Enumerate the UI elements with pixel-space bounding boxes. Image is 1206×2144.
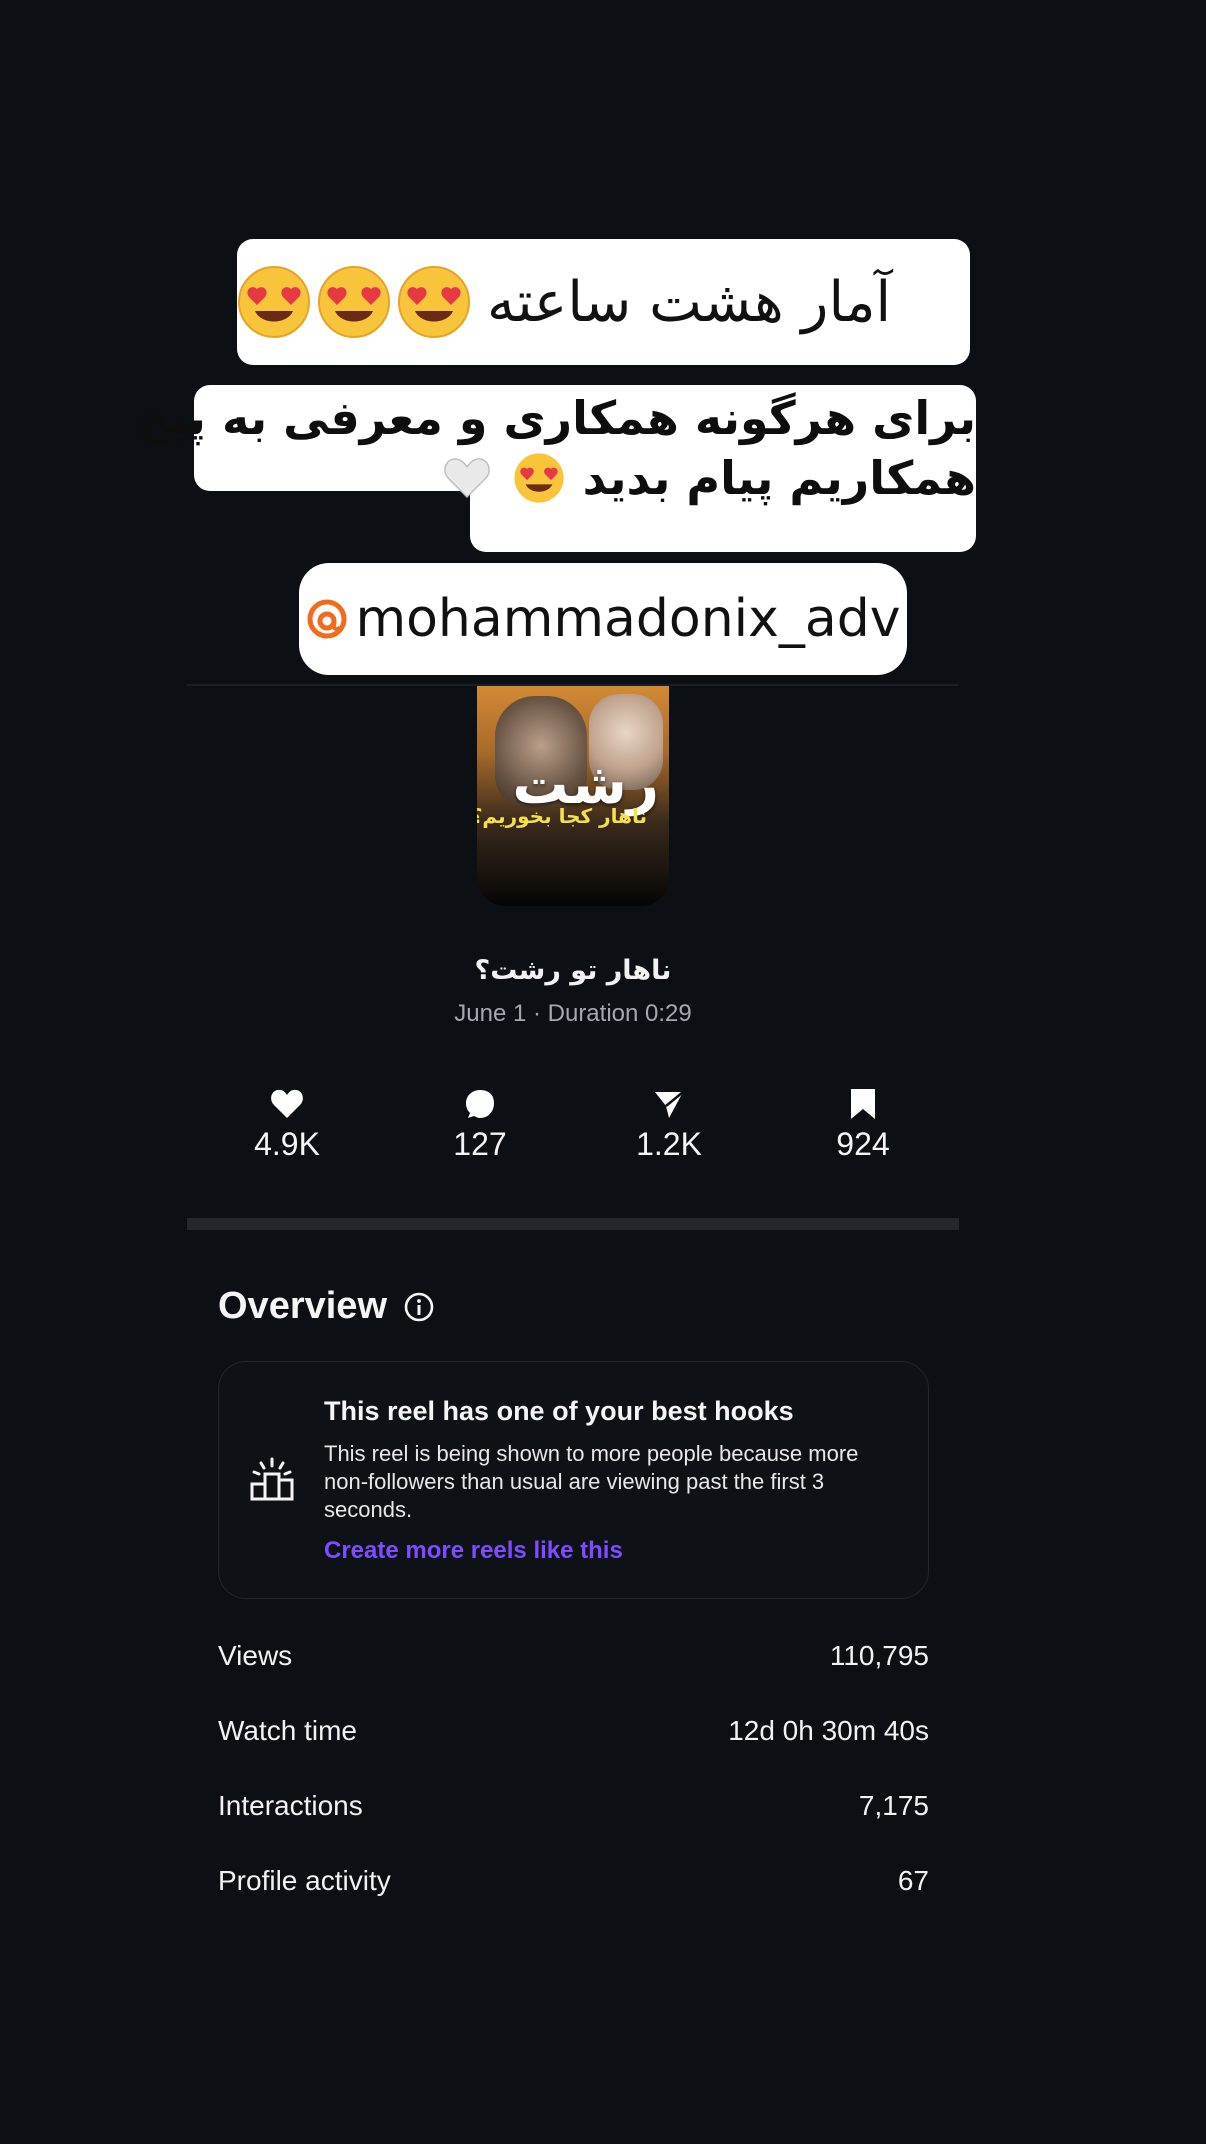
metric-value: 7,175 — [858, 1790, 929, 1821]
bookmark-icon — [851, 1089, 875, 1119]
reel-title: ناهار تو رشت؟ — [474, 955, 672, 986]
metric-value: 110,795 — [829, 1640, 929, 1671]
title-sticker-text: آمار هشت ساعته — [487, 269, 892, 335]
reel-meta: June 1 · Duration 0:29 — [454, 1000, 692, 1027]
heart-eyes-emoji-group — [237, 265, 471, 339]
likes-stat: 4.9K — [217, 1088, 357, 1163]
overview-title: Overview — [218, 1285, 387, 1327]
heart-icon — [271, 1089, 303, 1118]
metric-row-watch-time: Watch time 12d 0h 30m 40s — [218, 1715, 929, 1755]
metric-label: Views — [218, 1640, 293, 1671]
create-more-reels-link[interactable]: Create more reels like this — [324, 1537, 623, 1565]
metric-row-views: Views 110,795 — [218, 1640, 929, 1680]
best-hook-card: This reel has one of your best hooks Thi… — [218, 1361, 929, 1599]
bio-line-2-text: همکاریم پیام بدید — [582, 451, 976, 505]
bio-line-1: برای هرگونه همکاری و معرفی به پیج — [136, 391, 976, 445]
handle-text: mohammadonix_adv — [355, 589, 901, 649]
share-icon — [655, 1091, 684, 1118]
saves-stat: 924 — [793, 1088, 933, 1163]
bio-sticker-text: برای هرگونه همکاری و معرفی به پیج همکاری… — [136, 388, 976, 508]
handle-sticker: mohammadonix_adv — [299, 563, 907, 675]
hook-card-title: This reel has one of your best hooks — [324, 1396, 794, 1426]
reel-insights-screen: آمار هشت ساعته برای هرگونه همکاری و معرف… — [0, 0, 1206, 2144]
comments-stat: 127 — [410, 1088, 550, 1163]
saves-count: 924 — [836, 1126, 890, 1162]
section-divider — [187, 1218, 959, 1230]
threads-icon — [307, 599, 347, 639]
shares-count: 1.2K — [636, 1126, 702, 1162]
thumbnail-caption-small: ناهار کجا بخوریم؟ — [477, 804, 647, 828]
title-sticker: آمار هشت ساعته — [237, 239, 970, 365]
likes-count: 4.9K — [254, 1126, 320, 1162]
hook-card-body: This reel is being shown to more people … — [324, 1441, 859, 1522]
heart-eyes-emoji-icon — [238, 266, 310, 338]
heart-eyes-emoji-icon — [398, 266, 470, 338]
metric-label: Interactions — [218, 1790, 363, 1821]
metric-value: 67 — [897, 1865, 929, 1896]
podium-icon — [250, 1457, 294, 1501]
overview-header: Overview — [218, 1285, 435, 1328]
metric-row-profile-activity: Profile activity 67 — [218, 1865, 929, 1905]
heart-eyes-emoji-icon — [514, 453, 564, 503]
metric-row-interactions: Interactions 7,175 — [218, 1790, 929, 1830]
heart-eyes-emoji-icon — [318, 266, 390, 338]
comments-count: 127 — [453, 1126, 507, 1162]
metric-label: Watch time — [218, 1715, 357, 1746]
metric-value: 12d 0h 30m 40s — [728, 1715, 929, 1746]
metric-label: Profile activity — [218, 1865, 391, 1896]
comment-icon — [466, 1090, 494, 1118]
bio-line-2: همکاریم پیام بدید — [216, 448, 976, 508]
white-heart-emoji-icon — [443, 458, 490, 498]
reel-thumbnail[interactable]: رشت ناهار کجا بخوریم؟ — [477, 686, 669, 906]
shares-stat: 1.2K — [599, 1088, 739, 1163]
info-icon[interactable] — [403, 1291, 435, 1323]
